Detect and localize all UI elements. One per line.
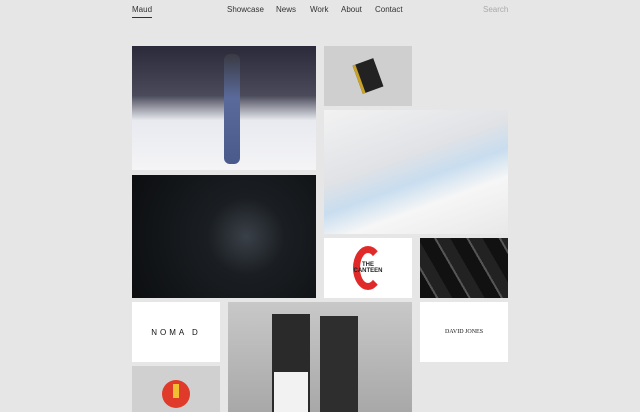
tile-the-canteen[interactable]: THE CANTEEN [324,238,412,298]
tile-fashion-photo[interactable] [132,46,316,170]
nav-news[interactable]: News [276,5,296,14]
brand-link[interactable]: Maud [132,5,153,18]
box-image [352,58,384,94]
tile-nomad[interactable]: NOMA D [132,302,220,362]
nav-work[interactable]: Work [310,5,329,14]
tile-architecture[interactable] [324,110,508,234]
nomad-logo: NOMA D [151,327,201,337]
nav-showcase[interactable]: Showcase [227,5,264,14]
canteen-logo-line2: CANTEEN [353,268,383,274]
coffee-bag-right [320,316,358,412]
tile-david-jones[interactable]: DAVID JONES [420,302,508,362]
nav-contact[interactable]: Contact [375,5,403,14]
tile-coffee-packaging[interactable] [228,302,412,412]
tile-dark-portrait[interactable] [132,175,316,298]
tile-box-product[interactable] [324,46,412,106]
tile-red-circle[interactable] [132,366,220,412]
nav-about[interactable]: About [341,5,362,14]
tile-bottles[interactable] [420,238,508,298]
model-figure [224,54,240,164]
coffee-bag-left [272,314,310,412]
david-jones-logo: DAVID JONES [444,329,484,335]
red-circle-logo [162,380,190,408]
search-input[interactable]: Search [483,5,508,14]
